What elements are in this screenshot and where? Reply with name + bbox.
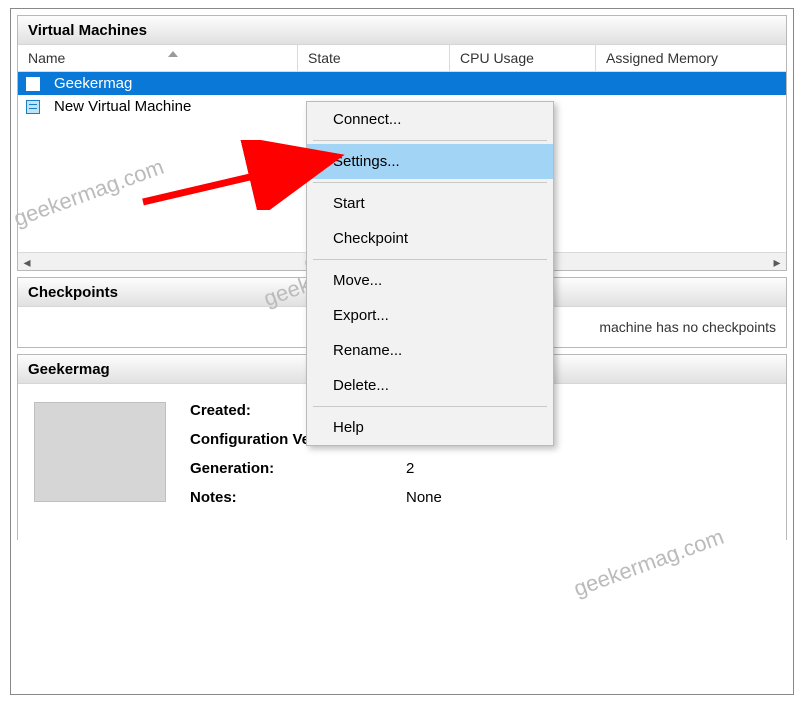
menu-item-move[interactable]: Move... xyxy=(307,263,553,298)
menu-item-checkpoint[interactable]: Checkpoint xyxy=(307,221,553,256)
virtual-machines-header: Virtual Machines xyxy=(18,16,786,45)
menu-separator xyxy=(313,406,547,407)
vm-thumbnail xyxy=(34,402,166,502)
vm-label: New Virtual Machine xyxy=(54,98,191,115)
kv-generation: Generation: 2 xyxy=(190,460,554,477)
menu-item-start[interactable]: Start xyxy=(307,186,553,221)
column-cpu-usage[interactable]: CPU Usage xyxy=(450,45,596,71)
menu-separator xyxy=(313,140,547,141)
menu-item-delete[interactable]: Delete... xyxy=(307,368,553,403)
column-name-label: Name xyxy=(28,50,65,66)
kv-key-notes: Notes: xyxy=(190,489,406,506)
menu-item-rename[interactable]: Rename... xyxy=(307,333,553,368)
scroll-left-icon[interactable]: ◂ xyxy=(18,253,36,271)
menu-item-help[interactable]: Help xyxy=(307,410,553,445)
menu-item-settings[interactable]: Settings... xyxy=(307,144,553,179)
checkpoints-empty-text: machine has no checkpoints xyxy=(599,319,776,335)
vm-row-geekermag[interactable]: Geekermag xyxy=(18,72,786,95)
column-state[interactable]: State xyxy=(298,45,450,71)
column-assigned-memory[interactable]: Assigned Memory xyxy=(596,45,786,71)
kv-key-gen: Generation: xyxy=(190,460,406,477)
column-header-row: Name State CPU Usage Assigned Memory xyxy=(18,45,786,72)
kv-val-notes: None xyxy=(406,489,442,506)
menu-item-export[interactable]: Export... xyxy=(307,298,553,333)
column-name[interactable]: Name xyxy=(18,45,298,71)
menu-item-connect[interactable]: Connect... xyxy=(307,102,553,137)
menu-separator xyxy=(313,182,547,183)
kv-val-gen: 2 xyxy=(406,460,414,477)
vm-label: Geekermag xyxy=(54,75,132,92)
vm-icon xyxy=(26,99,44,115)
menu-separator xyxy=(313,259,547,260)
vm-icon xyxy=(26,76,44,92)
context-menu[interactable]: Connect... Settings... Start Checkpoint … xyxy=(306,101,554,446)
sort-ascending-icon xyxy=(168,51,178,57)
kv-notes: Notes: None xyxy=(190,489,554,506)
scroll-right-icon[interactable]: ▸ xyxy=(768,253,786,271)
